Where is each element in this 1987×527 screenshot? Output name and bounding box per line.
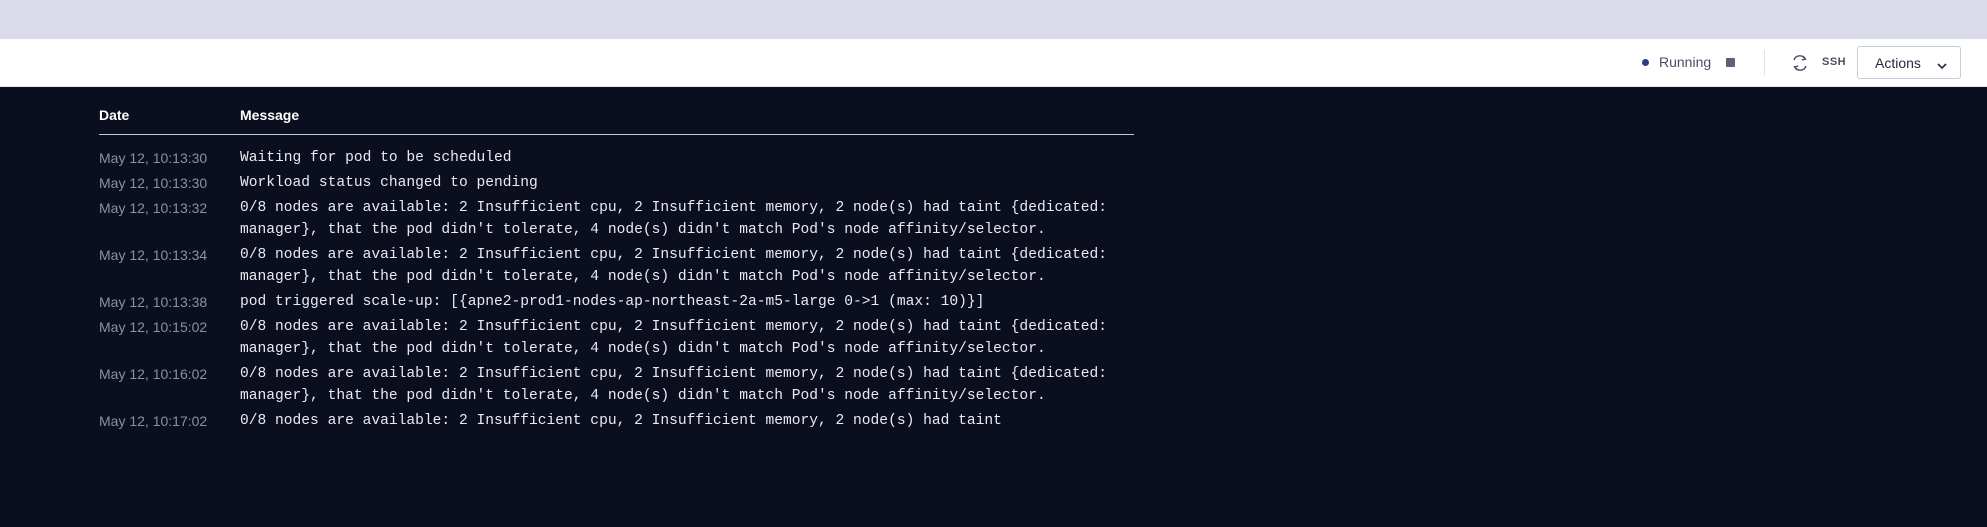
log-row: May 12, 10:13:32 0/8 nodes are available…: [99, 197, 1134, 241]
top-header-strip: [0, 0, 1987, 39]
log-date: May 12, 10:17:02: [99, 413, 208, 429]
log-message: 0/8 nodes are available: 2 Insufficient …: [240, 413, 1002, 429]
stop-icon[interactable]: [1726, 58, 1735, 67]
log-row: May 12, 10:13:38 pod triggered scale-up:…: [99, 291, 1134, 313]
status-label: Running: [1659, 54, 1712, 70]
log-message: Waiting for pod to be scheduled: [240, 150, 512, 166]
log-message: 0/8 nodes are available: 2 Insufficient …: [240, 247, 1108, 285]
log-row: May 12, 10:16:02 0/8 nodes are available…: [99, 363, 1134, 407]
log-message: pod triggered scale-up: [{apne2-prod1-no…: [240, 294, 985, 310]
toolbar-divider: [1764, 50, 1765, 76]
log-message: Workload status changed to pending: [240, 175, 538, 191]
log-date: May 12, 10:13:34: [99, 247, 208, 263]
log-date: May 12, 10:16:02: [99, 366, 208, 382]
chevron-down-icon: [1936, 58, 1948, 70]
log-date: May 12, 10:13:38: [99, 294, 208, 310]
column-header-message: Message: [240, 107, 300, 123]
log-row: May 12, 10:13:34 0/8 nodes are available…: [99, 244, 1134, 288]
column-header-date: Date: [99, 107, 130, 123]
log-row: May 12, 10:13:30 Waiting for pod to be s…: [99, 147, 1134, 169]
restart-icon[interactable]: [1791, 52, 1809, 74]
actions-label: Actions: [1875, 55, 1921, 71]
log-date: May 12, 10:13:30: [99, 175, 208, 191]
log-message: 0/8 nodes are available: 2 Insufficient …: [240, 319, 1108, 357]
log-message: 0/8 nodes are available: 2 Insufficient …: [240, 366, 1108, 404]
log-date: May 12, 10:13:32: [99, 200, 208, 216]
log-row: May 12, 10:17:02 0/8 nodes are available…: [99, 410, 1134, 432]
log-date: May 12, 10:15:02: [99, 319, 208, 335]
log-message: 0/8 nodes are available: 2 Insufficient …: [240, 200, 1108, 238]
log-row: May 12, 10:15:02 0/8 nodes are available…: [99, 316, 1134, 360]
ssh-button[interactable]: SSH: [1822, 54, 1846, 70]
log-rows: May 12, 10:13:30 Waiting for pod to be s…: [99, 135, 1134, 432]
actions-dropdown-button[interactable]: Actions: [1857, 46, 1961, 79]
log-row: May 12, 10:13:30 Workload status changed…: [99, 172, 1134, 194]
workload-toolbar: Running SSH Actions: [0, 39, 1987, 87]
event-log-table: Date Message May 12, 10:13:30 Waiting fo…: [99, 100, 1134, 435]
status-dot-icon: [1642, 59, 1649, 66]
log-header-row: Date Message: [99, 100, 1134, 135]
log-date: May 12, 10:13:30: [99, 150, 208, 166]
